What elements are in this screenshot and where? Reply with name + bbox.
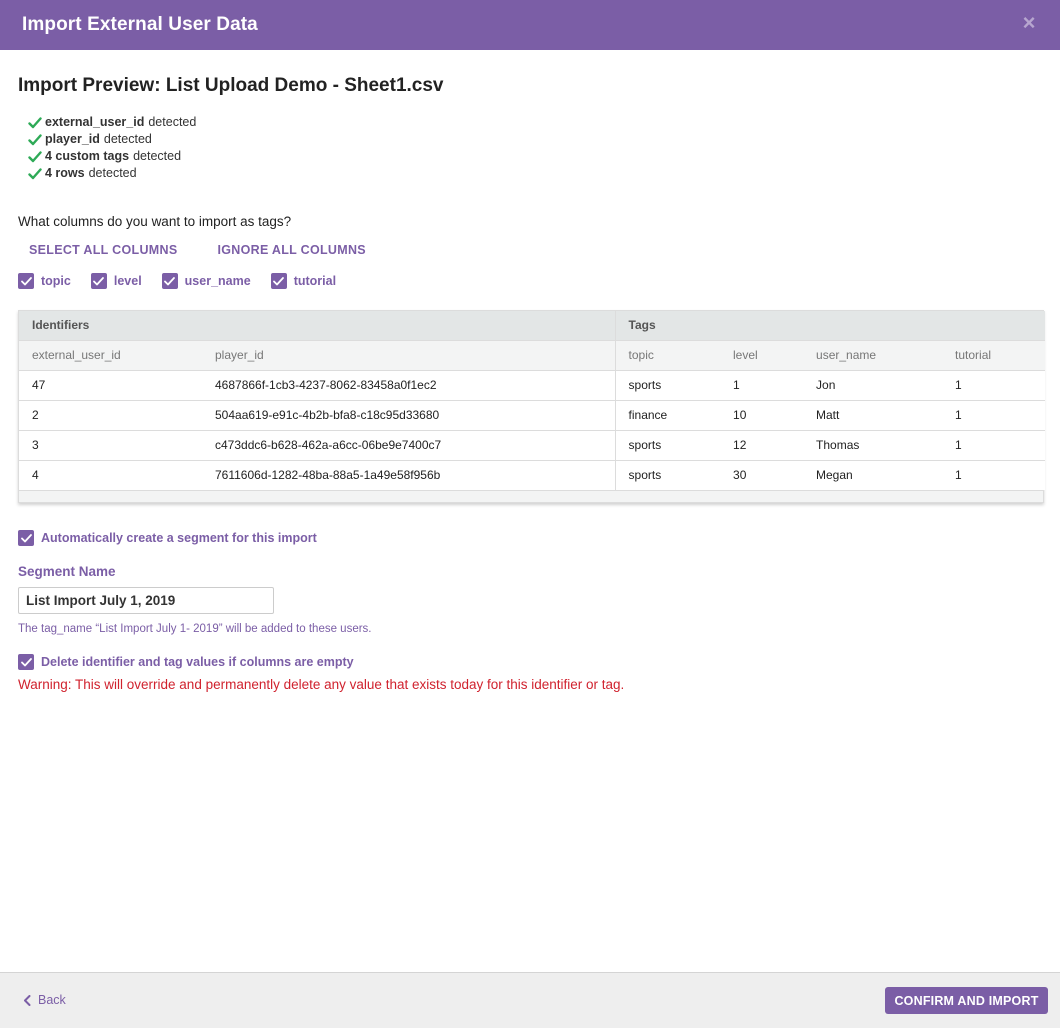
table-cell: 7611606d-1282-48ba-88a5-1a49e58f956b bbox=[202, 459, 616, 490]
segment-help-text: The tag_name “List Import July 1- 2019” … bbox=[18, 623, 372, 635]
modal-body: Import Preview: List Upload Demo - Sheet… bbox=[18, 50, 1046, 692]
table-cell: 47 bbox=[19, 369, 202, 400]
table-cell: 12 bbox=[720, 429, 804, 460]
table-cell: sports bbox=[614, 369, 721, 400]
checkbox-checked-icon[interactable] bbox=[18, 654, 34, 670]
tag-column-checkboxes: topic level user_name tutorial bbox=[18, 273, 1044, 289]
table-footer-scrollbar[interactable] bbox=[19, 490, 1043, 502]
detected-item: 4 custom tags detected bbox=[28, 148, 1044, 165]
table-cell: Thomas bbox=[803, 429, 943, 460]
table-cell: 10 bbox=[720, 399, 804, 430]
table-cell: 4687866f-1cb3-4237-8062-83458a0f1ec2 bbox=[202, 369, 616, 400]
import-preview-table: Identifiers Tags external_user_id player… bbox=[18, 310, 1046, 503]
check-icon bbox=[28, 133, 42, 145]
column-header: tutorial bbox=[942, 339, 1046, 370]
auto-create-segment-label: Automatically create a segment for this … bbox=[41, 531, 317, 545]
group-header-tags: Tags bbox=[614, 311, 1046, 340]
table-cell: 504aa619-e91c-4b2b-bfa8-c18c95d33680 bbox=[202, 399, 616, 430]
delete-warning-text: Warning: This will override and permanen… bbox=[18, 677, 625, 692]
table-cell: 1 bbox=[942, 399, 1046, 430]
column-header: player_id bbox=[202, 339, 616, 370]
select-all-columns-button[interactable]: SELECT ALL COLUMNS bbox=[29, 243, 177, 257]
page-title: Import Preview: List Upload Demo - Sheet… bbox=[18, 75, 444, 96]
tag-checkbox-user-name[interactable]: user_name bbox=[161, 273, 251, 289]
table-cell: 4 bbox=[19, 459, 202, 490]
modal-title: Import External User Data bbox=[22, 14, 258, 35]
detected-item-text: detected bbox=[133, 149, 182, 163]
auto-create-segment-checkbox[interactable]: Automatically create a segment for this … bbox=[18, 530, 1044, 546]
column-header: level bbox=[720, 339, 804, 370]
table-cell: Matt bbox=[803, 399, 943, 430]
detected-item-name: player_id bbox=[45, 132, 100, 146]
checkbox-checked-icon[interactable] bbox=[270, 273, 287, 289]
table-cell: finance bbox=[614, 399, 721, 430]
table-row: 2 504aa619-e91c-4b2b-bfa8-c18c95d33680 f… bbox=[19, 399, 1046, 430]
column-header: user_name bbox=[803, 339, 943, 370]
tag-checkbox-label: topic bbox=[41, 274, 71, 288]
detected-item-text: detected bbox=[148, 115, 197, 129]
segment-name-input[interactable] bbox=[18, 587, 274, 614]
table-cell: c473ddc6-b628-462a-a6cc-06be9e7400c7 bbox=[202, 429, 616, 460]
modal-footer: Back CONFIRM AND IMPORT bbox=[0, 972, 1060, 1028]
close-icon[interactable]: × bbox=[1018, 12, 1040, 34]
table-row: 3 c473ddc6-b628-462a-a6cc-06be9e7400c7 s… bbox=[19, 429, 1046, 460]
column-header: topic bbox=[614, 339, 721, 370]
tag-checkbox-level[interactable]: level bbox=[90, 273, 142, 289]
tag-checkbox-label: level bbox=[113, 274, 142, 288]
group-header-identifiers: Identifiers bbox=[19, 311, 616, 340]
checkbox-checked-icon[interactable] bbox=[18, 530, 34, 546]
check-icon bbox=[28, 167, 42, 179]
column-header: external_user_id bbox=[19, 339, 202, 370]
table-cell: 1 bbox=[942, 429, 1046, 460]
chevron-left-icon bbox=[24, 994, 31, 1006]
back-button-label: Back bbox=[38, 993, 66, 1007]
detected-item-name: external_user_id bbox=[45, 115, 145, 129]
detected-item-text: detected bbox=[103, 132, 152, 146]
table-group-header-row: Identifiers Tags bbox=[19, 311, 1046, 340]
detected-item: 4 rows detected bbox=[28, 165, 1044, 182]
check-icon bbox=[28, 150, 42, 162]
columns-question: What columns do you want to import as ta… bbox=[18, 214, 292, 229]
table-row: 47 4687866f-1cb3-4237-8062-83458a0f1ec2 … bbox=[19, 369, 1046, 400]
detected-item-text: detected bbox=[88, 166, 137, 180]
table-cell: Jon bbox=[803, 369, 943, 400]
table-cell: Megan bbox=[803, 459, 943, 490]
tag-checkbox-label: tutorial bbox=[293, 274, 337, 288]
confirm-and-import-button[interactable]: CONFIRM AND IMPORT bbox=[885, 987, 1048, 1014]
table-cell: sports bbox=[614, 429, 721, 460]
table-cell: 1 bbox=[942, 459, 1046, 490]
tag-checkbox-tutorial[interactable]: tutorial bbox=[270, 273, 337, 289]
table-cell: 1 bbox=[720, 369, 804, 400]
detected-item-name: 4 custom tags bbox=[45, 149, 130, 163]
table-cell: 3 bbox=[19, 429, 202, 460]
table-cell: 30 bbox=[720, 459, 804, 490]
checkbox-checked-icon[interactable] bbox=[18, 273, 34, 289]
back-button[interactable]: Back bbox=[23, 993, 66, 1007]
table-cell: sports bbox=[614, 459, 721, 490]
segment-name-label: Segment Name bbox=[18, 564, 116, 579]
table-column-header-row: external_user_id player_id topic level u… bbox=[19, 339, 1046, 370]
detected-list: external_user_id detected player_id dete… bbox=[28, 114, 1044, 182]
checkbox-checked-icon[interactable] bbox=[161, 273, 178, 289]
detected-item-name: 4 rows bbox=[45, 166, 85, 180]
column-actions: SELECT ALL COLUMNS IGNORE ALL COLUMNS bbox=[29, 243, 1044, 257]
tag-checkbox-label: user_name bbox=[184, 274, 251, 288]
table-cell: 1 bbox=[942, 369, 1046, 400]
delete-empty-values-checkbox[interactable]: Delete identifier and tag values if colu… bbox=[18, 654, 1044, 670]
detected-item: player_id detected bbox=[28, 131, 1044, 148]
ignore-all-columns-button[interactable]: IGNORE ALL COLUMNS bbox=[217, 243, 365, 257]
tag-checkbox-topic[interactable]: topic bbox=[18, 273, 71, 289]
checkbox-checked-icon[interactable] bbox=[90, 273, 107, 289]
table-row: 4 7611606d-1282-48ba-88a5-1a49e58f956b s… bbox=[19, 459, 1046, 490]
modal-header: Import External User Data × bbox=[0, 0, 1060, 50]
check-icon bbox=[28, 116, 42, 128]
detected-item: external_user_id detected bbox=[28, 114, 1044, 131]
table-cell: 2 bbox=[19, 399, 202, 430]
delete-empty-values-label: Delete identifier and tag values if colu… bbox=[41, 655, 354, 669]
